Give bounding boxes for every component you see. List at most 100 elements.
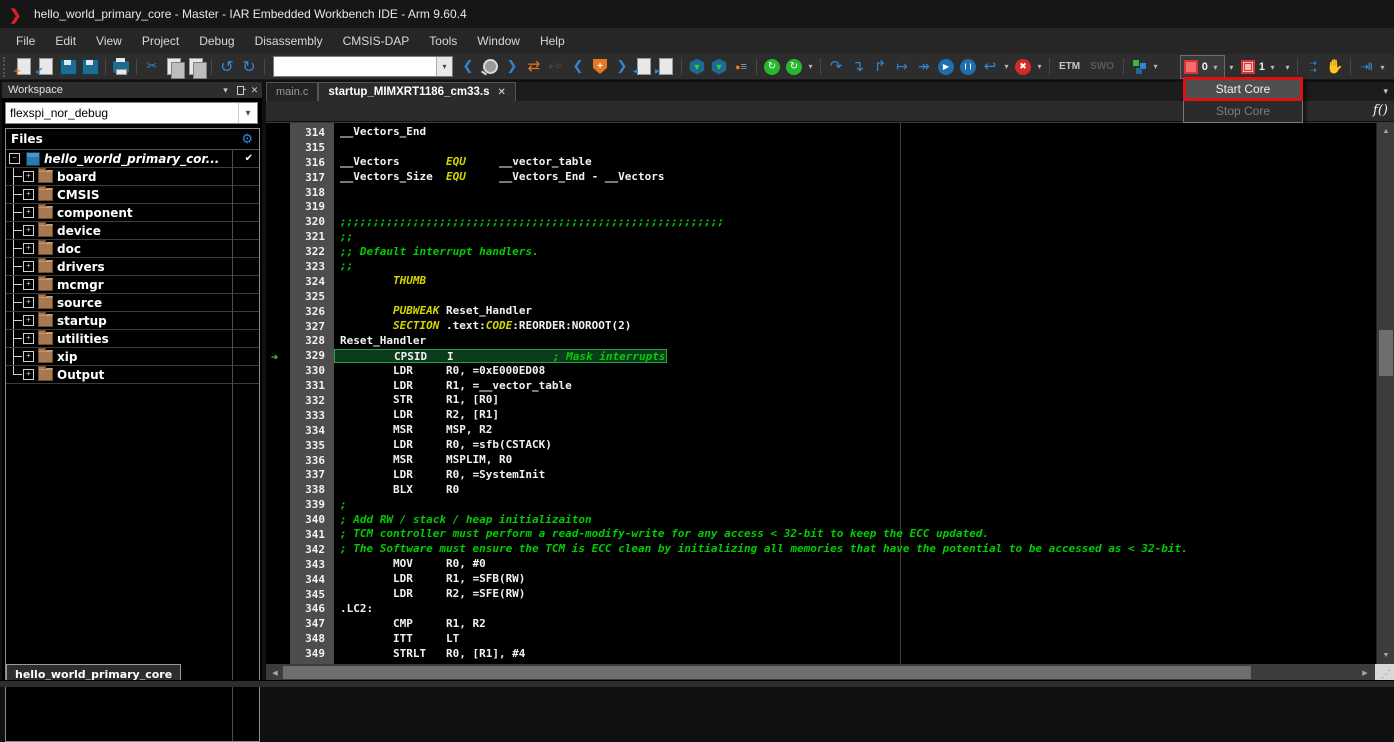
save-icon[interactable] <box>58 57 78 77</box>
code-line-321[interactable]: 321;; <box>266 229 1376 244</box>
reset-core-icon[interactable]: ↻ <box>784 57 804 77</box>
tab-close-icon[interactable]: ✕ <box>497 87 505 98</box>
code-line-349[interactable]: 349 STRLT R0, [R1], #4 <box>266 646 1376 661</box>
code-line-319[interactable]: 319 <box>266 199 1376 214</box>
quick-search-input[interactable]: ▾ <box>273 56 453 77</box>
previous-statement-doc-icon[interactable]: ◂ <box>634 57 654 77</box>
code-line-315[interactable]: 315 <box>266 140 1376 155</box>
search-dropdown-icon[interactable]: ▾ <box>436 57 452 76</box>
flash-loader-icon[interactable]: ●≡ <box>731 57 751 77</box>
code-line-334[interactable]: 334 MSR MSP, R2 <box>266 423 1376 438</box>
expand-icon[interactable]: + <box>23 351 34 362</box>
expand-icon[interactable]: + <box>23 297 34 308</box>
expand-icon[interactable]: + <box>23 261 34 272</box>
menu-debug[interactable]: Debug <box>189 30 244 52</box>
pin-icon[interactable] <box>233 85 247 95</box>
tree-folder-doc[interactable]: +doc <box>6 240 259 258</box>
code-line-322[interactable]: 322;; Default interrupt handlers. <box>266 244 1376 259</box>
chevron-down-icon[interactable]: ▾ <box>238 103 257 123</box>
next-statement-doc-icon[interactable]: ▸ <box>656 57 676 77</box>
menu-project[interactable]: Project <box>132 30 189 52</box>
code-line-314[interactable]: 314__Vectors_End <box>266 125 1376 140</box>
expand-icon[interactable]: + <box>23 369 34 380</box>
horizontal-scrollbar[interactable]: ◀ ▶ <box>266 664 1394 681</box>
go-to-function-button[interactable]: f() <box>1373 103 1388 118</box>
download-and-debug-icon[interactable]: ▼ <box>687 57 707 77</box>
code-line-316[interactable]: 316__Vectors EQU __vector_table <box>266 155 1376 170</box>
menu-item-start-core[interactable]: Start Core <box>1184 78 1302 100</box>
vertical-scrollbar[interactable]: ▲ ▼ <box>1376 122 1394 664</box>
vertical-scroll-thumb[interactable] <box>1379 330 1393 376</box>
expand-icon[interactable]: + <box>23 243 34 254</box>
menu-item-stop-core[interactable]: Stop Core <box>1184 100 1302 122</box>
expand-icon[interactable]: + <box>23 279 34 290</box>
code-line-346[interactable]: 346.LC2: <box>266 602 1376 617</box>
tree-folder-mcmgr[interactable]: +mcmgr <box>6 276 259 294</box>
code-line-340[interactable]: 340; Add RW / stack / heap initializaito… <box>266 512 1376 527</box>
code-line-325[interactable]: 325 <box>266 289 1376 304</box>
code-line-323[interactable]: 323;; <box>266 259 1376 274</box>
build-config-combobox[interactable]: ▾ <box>5 102 258 124</box>
code-line-342[interactable]: 342; The Software must ensure the TCM is… <box>266 542 1376 557</box>
code-line-341[interactable]: 341; TCM controller must perform a read-… <box>266 527 1376 542</box>
code-line-331[interactable]: 331 LDR R1, =__vector_table <box>266 378 1376 393</box>
next-bookmark-icon[interactable]: ❯ <box>612 57 632 77</box>
code-line-330[interactable]: 330 LDR R0, =0xE000ED08 <box>266 363 1376 378</box>
copy-icon[interactable] <box>164 57 184 77</box>
cut-icon[interactable]: ✂ <box>142 57 162 77</box>
expand-icon[interactable]: + <box>23 333 34 344</box>
multicore-run-dropdown[interactable]: ▾ <box>1377 57 1388 77</box>
new-document-icon[interactable]: + <box>14 57 34 77</box>
code-line-337[interactable]: 337 LDR R0, =SystemInit <box>266 467 1376 482</box>
code-line-343[interactable]: 343 MOV R0, #0 <box>266 557 1376 572</box>
gear-icon[interactable]: ⚙ <box>241 131 259 147</box>
horizontal-scroll-thumb[interactable] <box>283 666 1251 679</box>
code-line-338[interactable]: 338 BLX R0 <box>266 482 1376 497</box>
multicore-dropdown[interactable]: ▾ <box>1150 57 1161 77</box>
print-icon[interactable] <box>111 57 131 77</box>
open-file-icon[interactable]: ↙ <box>36 57 56 77</box>
tree-folder-output[interactable]: +Output <box>6 366 259 384</box>
menu-file[interactable]: File <box>6 30 45 52</box>
collapse-icon[interactable]: − <box>9 153 20 164</box>
expand-icon[interactable]: + <box>23 225 34 236</box>
tree-folder-startup[interactable]: +startup <box>6 312 259 330</box>
workspace-menu-dropdown-icon[interactable]: ▾ <box>218 85 233 96</box>
scroll-up-icon[interactable]: ▲ <box>1377 124 1394 138</box>
undo-icon[interactable]: ↺ <box>217 57 237 77</box>
code-line-326[interactable]: 326 PUBWEAK Reset_Handler <box>266 304 1376 319</box>
stop-dropdown[interactable]: ▾ <box>1034 57 1045 77</box>
menu-help[interactable]: Help <box>530 30 575 52</box>
code-line-327[interactable]: 327 SECTION .text:CODE:REORDER:NOROOT(2) <box>266 319 1376 334</box>
menu-disassembly[interactable]: Disassembly <box>245 30 333 52</box>
reset-icon[interactable]: ↩ <box>980 57 1000 77</box>
scroll-down-icon[interactable]: ▼ <box>1377 648 1394 662</box>
swo-button[interactable]: SWO <box>1085 61 1119 72</box>
expand-icon[interactable]: + <box>23 207 34 218</box>
menu-tools[interactable]: Tools <box>419 30 467 52</box>
break-icon[interactable]: ❙❙ <box>958 57 978 77</box>
core-0-button[interactable]: 0▾ <box>1180 55 1225 79</box>
expand-icon[interactable]: + <box>23 315 34 326</box>
tab-startup-s[interactable]: startup_MIMXRT1186_cm33.s ✕ <box>318 82 515 101</box>
code-line-347[interactable]: 347 CMP R1, R2 <box>266 616 1376 631</box>
code-line-318[interactable]: 318 <box>266 185 1376 200</box>
save-all-icon[interactable] <box>80 57 100 77</box>
menu-cmsis-dap[interactable]: CMSIS-DAP <box>333 30 420 52</box>
code-line-339[interactable]: 339; <box>266 497 1376 512</box>
code-line-317[interactable]: 317__Vectors_Size EQU __Vectors_End - __… <box>266 170 1376 185</box>
menu-window[interactable]: Window <box>467 30 530 52</box>
code-line-333[interactable]: 333 LDR R2, [R1] <box>266 408 1376 423</box>
code-line-348[interactable]: 348 ITT LT <box>266 631 1376 646</box>
code-line-328[interactable]: 328Reset_Handler <box>266 333 1376 348</box>
go-icon[interactable]: ▶ <box>936 57 956 77</box>
core-0-dropdown[interactable]: ▾ <box>1226 57 1237 77</box>
download-active-application-icon[interactable]: ▼ <box>709 57 729 77</box>
toggle-bookmark-icon[interactable]: ▸≡ <box>546 57 566 77</box>
tree-folder-device[interactable]: +device <box>6 222 259 240</box>
code-line-324[interactable]: 324 THUMB <box>266 274 1376 289</box>
run-to-cursor-icon[interactable]: ↠ <box>914 57 934 77</box>
workspace-close-icon[interactable]: ✕ <box>247 85 262 96</box>
suspend-all-cores-icon[interactable]: ✋ <box>1325 57 1345 77</box>
core-1-dropdown[interactable]: ▾ <box>1282 57 1293 77</box>
